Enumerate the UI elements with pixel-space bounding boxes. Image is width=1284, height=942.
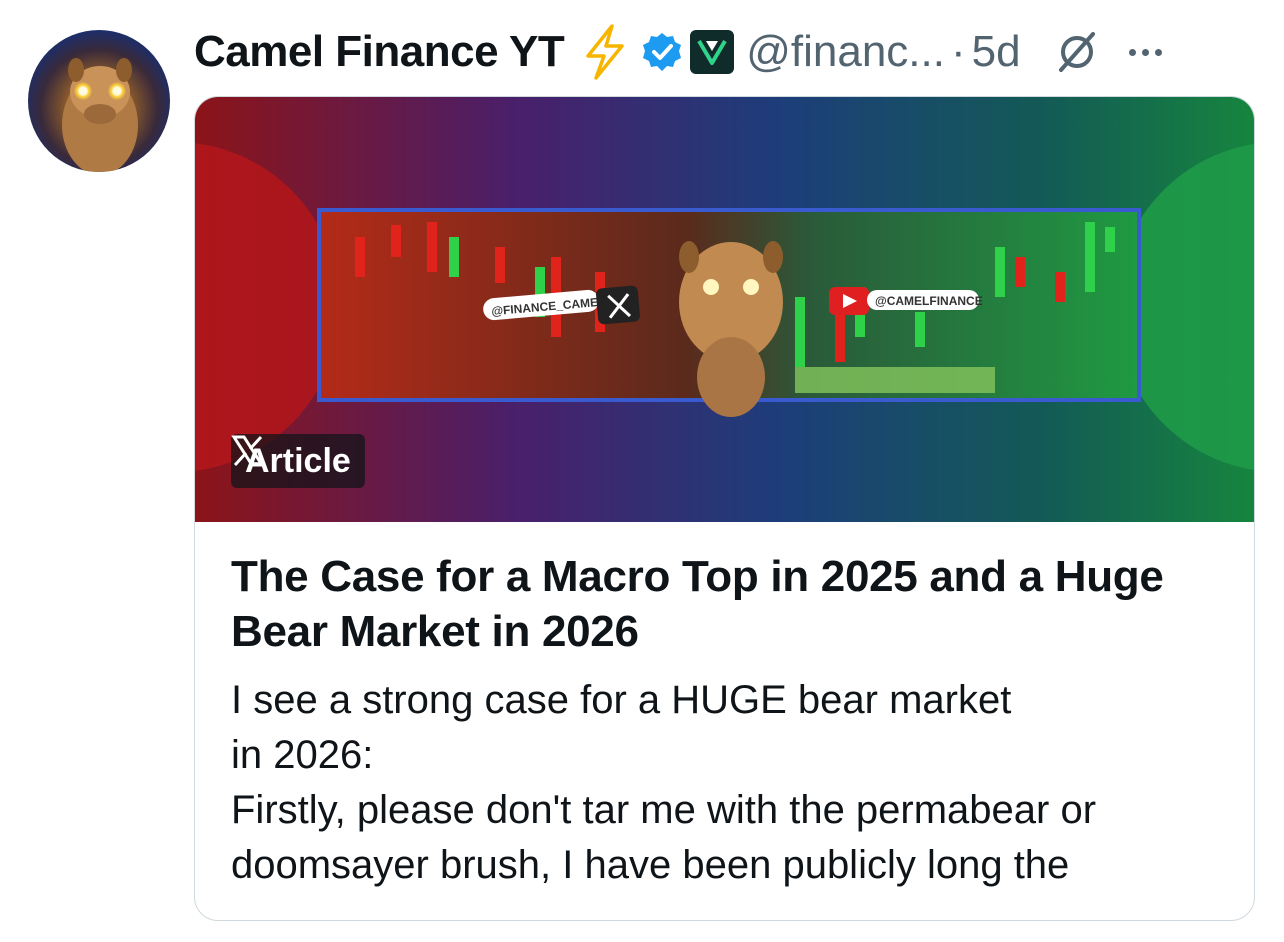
article-preview-line: in 2026: [231, 733, 374, 777]
article-preview-line: I see a strong case for a HUGE bear mark… [231, 678, 1012, 722]
glowing-eye-left [74, 82, 92, 100]
article-badge: Article [231, 434, 365, 488]
article-card[interactable]: @FINANCE_CAMEL @CAMELFINANCE Article The… [194, 96, 1255, 921]
grok-icon[interactable] [1053, 28, 1101, 76]
affiliate-logo-icon[interactable] [690, 30, 735, 74]
tweet-header: Camel Finance YT @financ... · 5d [194, 24, 1264, 80]
banner-right-tag: @CAMELFINANCE [875, 294, 983, 308]
article-title[interactable]: The Case for a Macro Top in 2025 and a H… [231, 549, 1251, 659]
glowing-eye-right [108, 82, 126, 100]
article-preview-line: doomsayer brush, I have been publicly lo… [231, 843, 1070, 887]
author-name[interactable]: Camel Finance YT [194, 27, 565, 77]
more-options-icon[interactable] [1128, 48, 1162, 56]
author-handle[interactable]: @financ... [746, 27, 945, 77]
lightning-bolt-icon [586, 24, 624, 80]
meta-separator: · [950, 27, 966, 76]
post-time[interactable]: 5d [972, 27, 1021, 77]
camel-avatar-image [62, 58, 138, 172]
x-logo-icon [231, 435, 265, 467]
article-preview: I see a strong case for a HUGE bear mark… [231, 673, 1231, 893]
verified-badge-icon[interactable] [642, 32, 682, 72]
article-preview-line: Firstly, please don't tar me with the pe… [231, 788, 1097, 832]
article-cover-image: @FINANCE_CAMEL @CAMELFINANCE Article [195, 97, 1254, 522]
author-avatar[interactable] [28, 30, 170, 172]
